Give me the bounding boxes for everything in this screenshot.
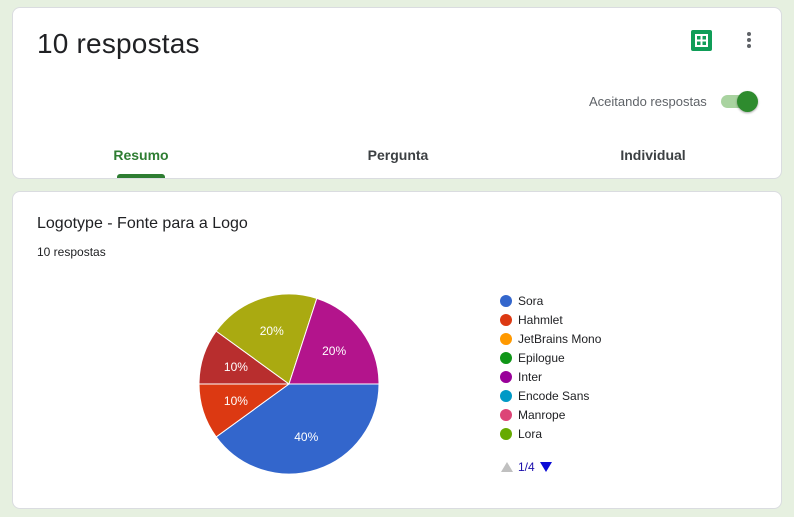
toggle-thumb bbox=[737, 91, 758, 112]
legend-swatch bbox=[500, 370, 512, 383]
accepting-responses-toggle[interactable] bbox=[719, 90, 759, 112]
legend-item: Manrope bbox=[500, 405, 601, 424]
question-title: Logotype - Fonte para a Logo bbox=[37, 215, 248, 232]
pie-slice-label: 40% bbox=[294, 430, 318, 444]
pie-slice-label: 10% bbox=[224, 360, 248, 374]
sheets-icon[interactable] bbox=[691, 30, 712, 51]
chart-legend: Sora Hahmlet JetBrains Mono Epilogue Inter En… bbox=[500, 291, 601, 443]
active-tab-indicator bbox=[117, 174, 165, 178]
legend-swatch bbox=[500, 332, 512, 345]
legend-label: Manrope bbox=[518, 407, 566, 422]
legend-pager: 1/4 bbox=[501, 460, 552, 474]
pie-slice-label: 10% bbox=[224, 394, 248, 408]
legend-swatch bbox=[500, 294, 512, 307]
legend-item: Lora bbox=[500, 424, 601, 443]
legend-item: Encode Sans bbox=[500, 386, 601, 405]
legend-swatch bbox=[500, 389, 512, 402]
pie-slice-label: 20% bbox=[322, 344, 346, 358]
legend-item: Sora bbox=[500, 291, 601, 310]
page-title: 10 respostas bbox=[37, 28, 200, 59]
legend-item: JetBrains Mono bbox=[500, 329, 601, 348]
legend-swatch bbox=[500, 351, 512, 364]
legend-label: Epilogue bbox=[518, 350, 565, 365]
tab-individual[interactable]: Individual bbox=[608, 147, 698, 163]
summary-header-card: 10 respostas Aceitando respostas Resumo … bbox=[12, 7, 782, 179]
legend-prev-icon bbox=[501, 462, 513, 472]
legend-item: Hahmlet bbox=[500, 310, 601, 329]
pie-slice-label: 20% bbox=[260, 324, 284, 338]
legend-item: Inter bbox=[500, 367, 601, 386]
legend-item: Epilogue bbox=[500, 348, 601, 367]
legend-next-icon[interactable] bbox=[539, 462, 552, 472]
tab-pergunta[interactable]: Pergunta bbox=[353, 147, 443, 163]
legend-swatch bbox=[500, 408, 512, 421]
tab-resumo[interactable]: Resumo bbox=[108, 147, 174, 163]
legend-label: Sora bbox=[518, 293, 544, 308]
accepting-responses-label: Aceitando respostas bbox=[589, 94, 707, 109]
legend-page-indicator: 1/4 bbox=[518, 460, 535, 474]
legend-label: JetBrains Mono bbox=[518, 331, 602, 346]
question-summary-card: Logotype - Fonte para a Logo 10 resposta… bbox=[12, 191, 782, 509]
legend-label: Hahmlet bbox=[518, 312, 563, 327]
more-vert-icon[interactable] bbox=[737, 28, 761, 52]
legend-swatch bbox=[500, 313, 512, 326]
legend-swatch bbox=[500, 427, 512, 440]
pie-chart: 40% 10% 10% 20% 20% bbox=[198, 293, 380, 475]
response-count: 10 respostas bbox=[37, 245, 106, 259]
legend-label: Encode Sans bbox=[518, 388, 590, 403]
legend-label: Inter bbox=[518, 369, 543, 384]
legend-label: Lora bbox=[518, 426, 543, 441]
